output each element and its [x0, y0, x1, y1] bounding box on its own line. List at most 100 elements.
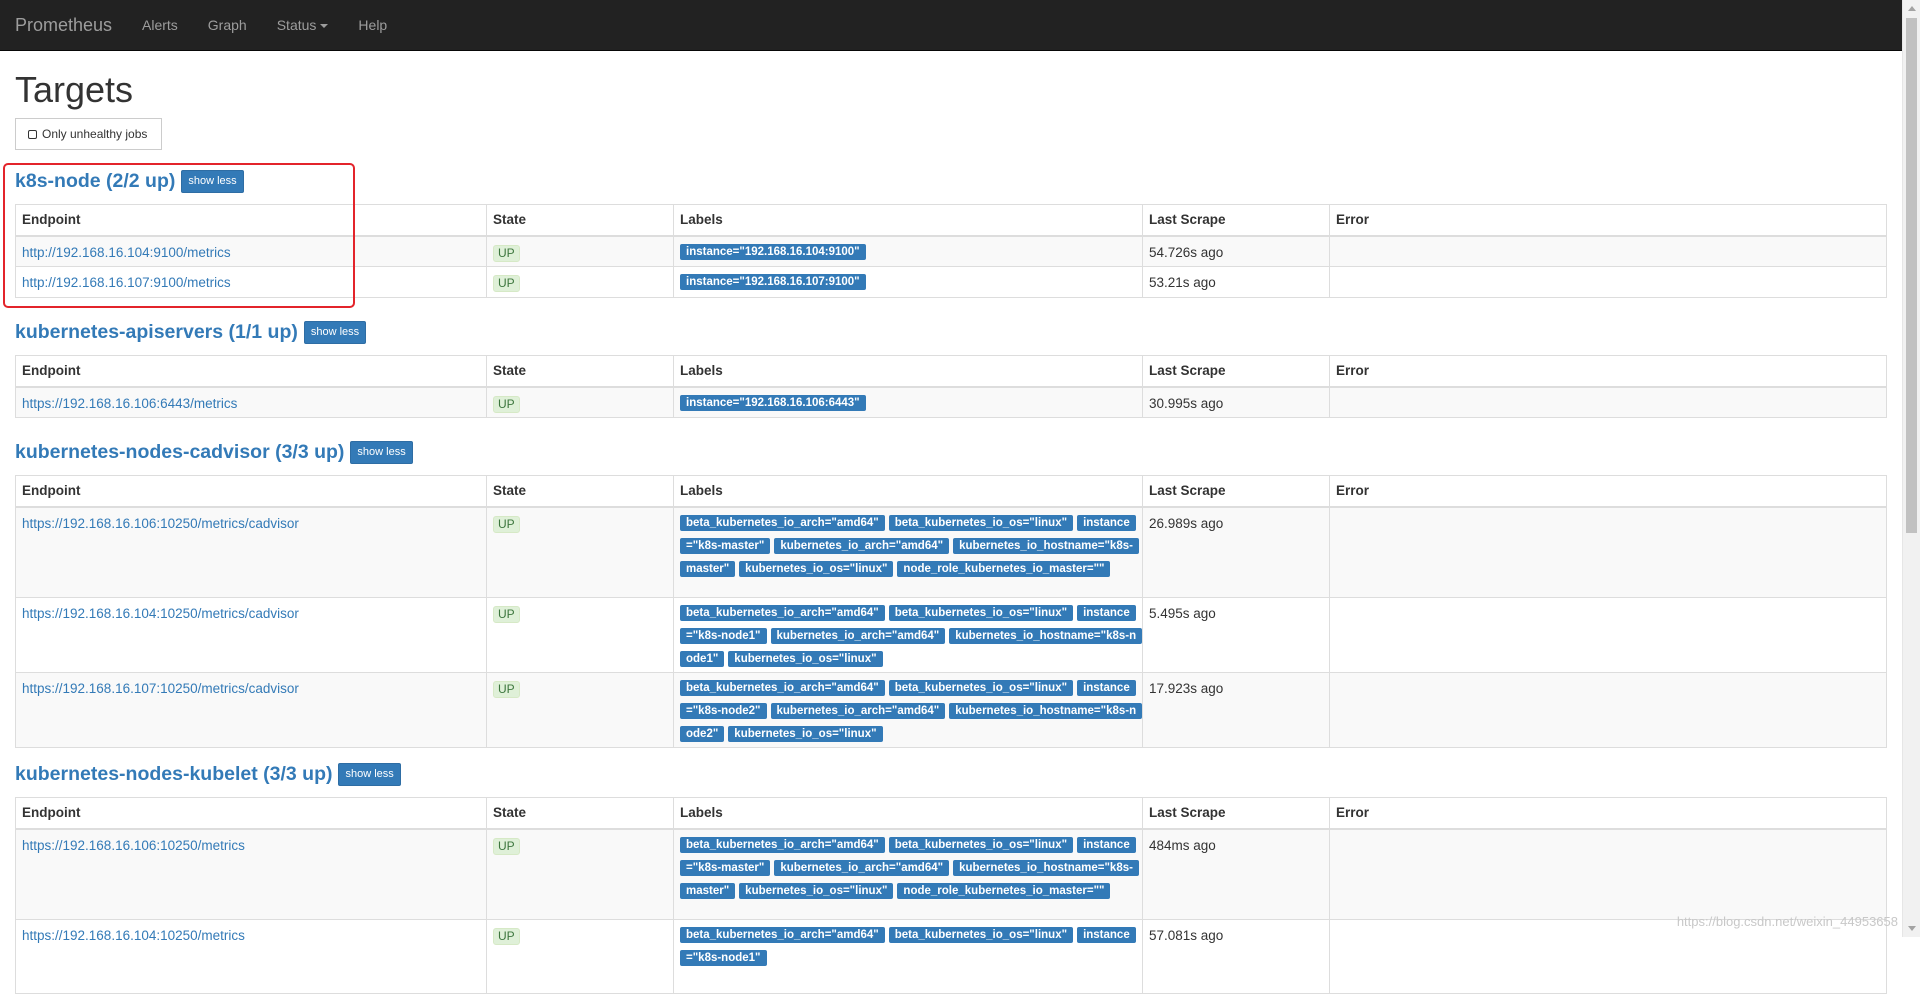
state-badge: UP: [493, 681, 520, 698]
label-badge: node_role_kubernetes_io_master="": [897, 561, 1110, 577]
endpoint-cell: https://192.168.16.106:10250/metrics: [16, 829, 487, 920]
table-header-row: EndpointStateLabelsLast ScrapeError: [16, 798, 1887, 829]
last-scrape-cell: 17.923s ago: [1143, 673, 1330, 748]
labels-cell: instance="192.168.16.106:6443": [674, 387, 1143, 418]
column-header-labels: Labels: [674, 205, 1143, 236]
endpoint-link[interactable]: https://192.168.16.106:6443/metrics: [22, 396, 237, 411]
only-unhealthy-jobs-toggle[interactable]: Only unhealthy jobs: [15, 118, 162, 150]
endpoint-cell: https://192.168.16.106:6443/metrics: [16, 387, 487, 418]
endpoint-link[interactable]: https://192.168.16.107:10250/metrics/cad…: [22, 681, 299, 696]
targets-table: EndpointStateLabelsLast ScrapeErrorhttps…: [15, 797, 1887, 994]
column-header-labels: Labels: [674, 476, 1143, 507]
labels-list: beta_kubernetes_io_arch="amd64"beta_kube…: [680, 513, 1137, 582]
nav-item-graph[interactable]: Graph: [193, 0, 262, 50]
state-cell: UP: [487, 673, 674, 748]
labels-list: instance="192.168.16.106:6443": [680, 393, 1137, 416]
last-scrape-value: 5.495s ago: [1149, 606, 1216, 621]
error-cell: [1330, 829, 1887, 920]
column-header-labels: Labels: [674, 356, 1143, 387]
table-row: https://192.168.16.106:10250/metrics UPbe…: [16, 829, 1887, 920]
labels-cell: beta_kubernetes_io_arch="amd64"beta_kube…: [674, 673, 1143, 748]
endpoint-link[interactable]: https://192.168.16.104:10250/metrics: [22, 928, 245, 943]
caret-down-icon: [320, 24, 328, 28]
labels-cell: beta_kubernetes_io_arch="amd64"beta_kube…: [674, 507, 1143, 598]
column-header-endpoint: Endpoint: [16, 476, 487, 507]
label-badge: kubernetes_io_os="linux": [728, 651, 882, 667]
column-header-error: Error: [1330, 356, 1887, 387]
scroll-up-icon[interactable]: [1908, 6, 1916, 11]
last-scrape-cell: 57.081s ago: [1143, 920, 1330, 994]
table-header-row: EndpointStateLabelsLast ScrapeError: [16, 356, 1887, 387]
label-badge: beta_kubernetes_io_arch="amd64": [680, 680, 885, 696]
endpoint-cell: https://192.168.16.104:10250/metrics/cad…: [16, 598, 487, 673]
endpoint-link[interactable]: https://192.168.16.106:10250/metrics/cad…: [22, 516, 299, 531]
scroll-down-icon[interactable]: [1908, 926, 1916, 931]
label-badge: beta_kubernetes_io_os="linux": [889, 515, 1073, 531]
job-title-link[interactable]: kubernetes-nodes-cadvisor (3/3 up): [15, 441, 344, 464]
label-badge: beta_kubernetes_io_os="linux": [889, 927, 1073, 943]
error-cell: [1330, 507, 1887, 598]
state-cell: UP: [487, 598, 674, 673]
last-scrape-cell: 484ms ago: [1143, 829, 1330, 920]
show-less-button[interactable]: show less: [350, 441, 412, 464]
scrollbar-thumb[interactable]: [1906, 18, 1917, 533]
nav-item-help[interactable]: Help: [343, 0, 402, 50]
label-badge: kubernetes_io_arch="amd64": [774, 538, 949, 554]
endpoint-link[interactable]: https://192.168.16.106:10250/metrics: [22, 838, 245, 853]
vertical-scrollbar[interactable]: [1902, 0, 1920, 937]
show-less-button[interactable]: show less: [338, 763, 400, 786]
error-cell: [1330, 673, 1887, 748]
label-badge: kubernetes_io_os="linux": [728, 726, 882, 742]
nav-item-status-label: Status: [277, 17, 317, 33]
job-header: kubernetes-apiservers (1/1 up) show less: [15, 317, 1887, 347]
endpoint-link[interactable]: https://192.168.16.104:10250/metrics/cad…: [22, 606, 299, 621]
labels-list: beta_kubernetes_io_arch="amd64"beta_kube…: [680, 925, 1137, 971]
labels-list: beta_kubernetes_io_arch="amd64"beta_kube…: [680, 835, 1137, 904]
endpoint-cell: https://192.168.16.106:10250/metrics/cad…: [16, 507, 487, 598]
page-title: Targets: [15, 69, 133, 111]
column-header-error: Error: [1330, 476, 1887, 507]
label-badge: beta_kubernetes_io_arch="amd64": [680, 605, 885, 621]
job-header: kubernetes-nodes-kubelet (3/3 up) show le…: [15, 759, 1887, 789]
state-cell: UP: [487, 829, 674, 920]
last-scrape-cell: 30.995s ago: [1143, 387, 1330, 418]
column-header-last-scrape: Last Scrape: [1143, 476, 1330, 507]
labels-list: instance="192.168.16.107:9100": [680, 272, 1137, 295]
table-row: https://192.168.16.104:10250/metricsUPbe…: [16, 920, 1887, 994]
column-header-state: State: [487, 205, 674, 236]
table-row: https://192.168.16.106:6443/metrics UP ins…: [16, 387, 1887, 418]
last-scrape-cell: 26.989s ago: [1143, 507, 1330, 598]
endpoint-cell: https://192.168.16.107:10250/metrics/cad…: [16, 673, 487, 748]
label-badge: kubernetes_io_os="linux": [739, 561, 893, 577]
nav-item-status-dropdown[interactable]: Status: [262, 0, 344, 50]
error-cell: [1330, 236, 1887, 267]
state-cell: UP: [487, 267, 674, 298]
labels-list: instance="192.168.16.104:9100": [680, 242, 1137, 265]
endpoint-cell: https://192.168.16.104:10250/metrics: [16, 920, 487, 994]
last-scrape-value: 30.995s ago: [1149, 396, 1223, 411]
nav-item-alerts[interactable]: Alerts: [127, 0, 193, 50]
annotation-highlight-box: [3, 163, 355, 308]
error-cell: [1330, 598, 1887, 673]
state-badge: UP: [493, 516, 520, 533]
filter-label: Only unhealthy jobs: [42, 127, 147, 141]
label-badge: kubernetes_io_arch="amd64": [771, 628, 946, 644]
job-title-link[interactable]: kubernetes-apiservers (1/1 up): [15, 321, 298, 344]
state-badge: UP: [493, 396, 520, 413]
error-cell: [1330, 387, 1887, 418]
last-scrape-value: 26.989s ago: [1149, 516, 1223, 531]
label-badge: beta_kubernetes_io_os="linux": [889, 680, 1073, 696]
label-badge: beta_kubernetes_io_arch="amd64": [680, 515, 885, 531]
error-cell: [1330, 920, 1887, 994]
column-header-state: State: [487, 356, 674, 387]
table-row: https://192.168.16.106:10250/metrics/cad…: [16, 507, 1887, 598]
brand-link[interactable]: Prometheus: [15, 0, 112, 50]
label-badge: instance="192.168.16.104:9100": [680, 244, 866, 260]
label-badge: kubernetes_io_arch="amd64": [771, 703, 946, 719]
job-title-link[interactable]: kubernetes-nodes-kubelet (3/3 up): [15, 763, 332, 786]
label-badge: node_role_kubernetes_io_master="": [897, 883, 1110, 899]
targets-table: EndpointStateLabelsLast ScrapeErrorhttps…: [15, 355, 1887, 418]
show-less-button[interactable]: show less: [304, 321, 366, 344]
table-header-row: EndpointStateLabelsLast ScrapeError: [16, 476, 1887, 507]
state-cell: UP: [487, 387, 674, 418]
